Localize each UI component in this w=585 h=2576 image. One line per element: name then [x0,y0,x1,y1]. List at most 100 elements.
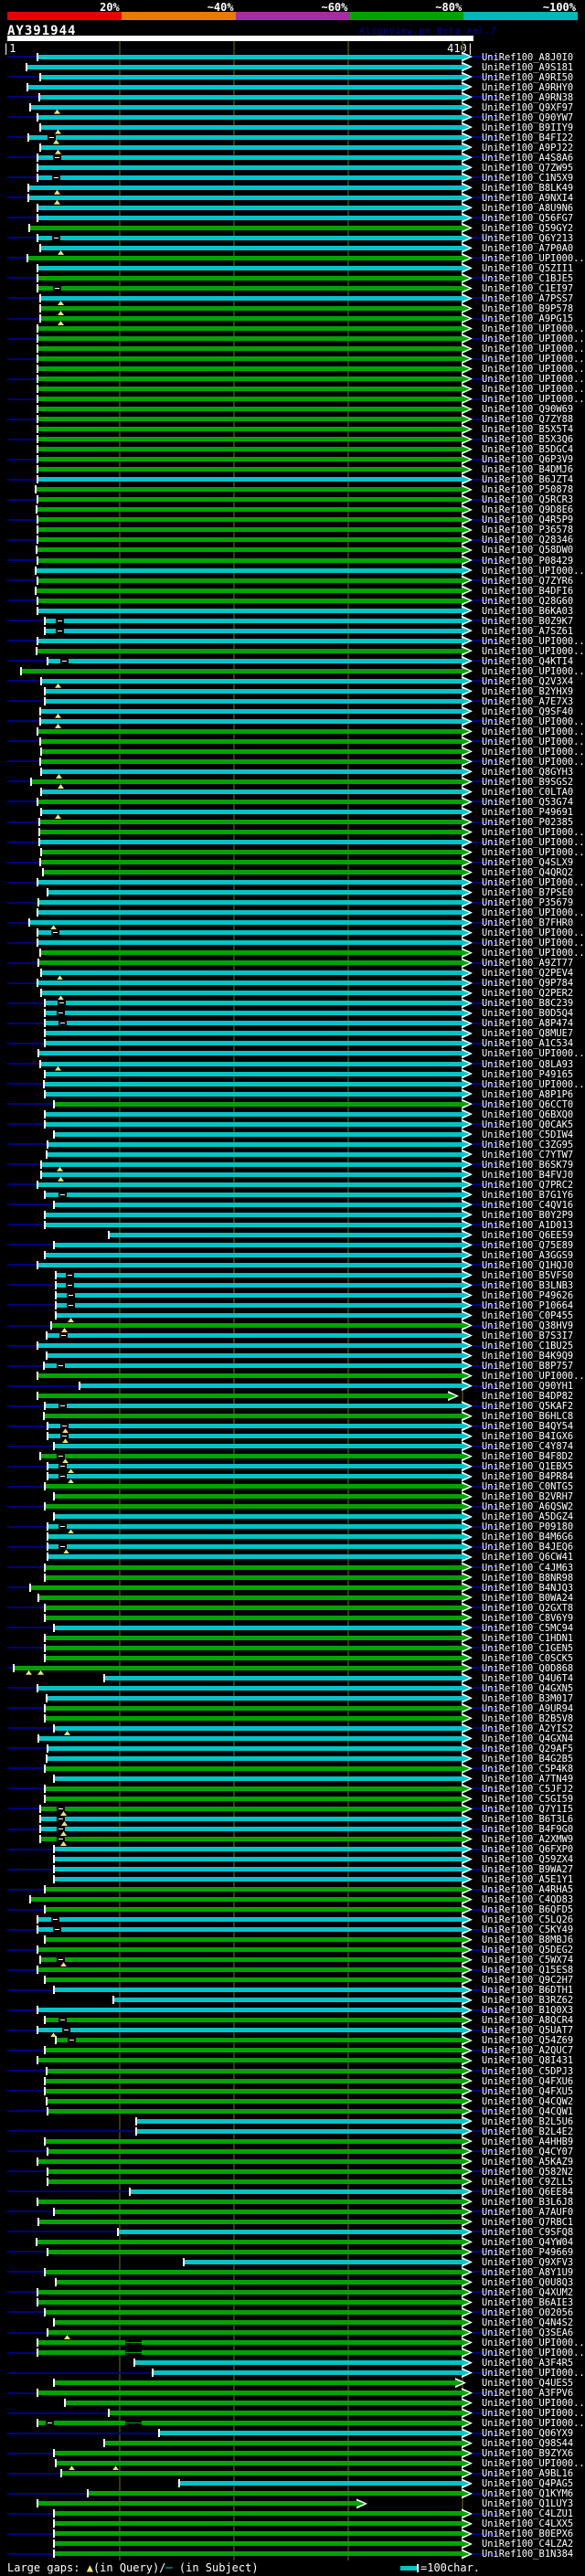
hit-bar[interactable] [41,738,462,744]
hit-bar[interactable] [46,1937,462,1943]
hit-bar[interactable] [160,2431,462,2436]
hit-bar[interactable] [137,2128,462,2134]
hit-bar[interactable] [46,1796,462,1801]
hit-bar[interactable] [38,940,462,946]
hit-bar[interactable] [38,175,462,180]
hit-bar[interactable] [41,295,462,301]
hit-bar[interactable] [48,1141,462,1147]
hit-bar[interactable] [46,1212,462,1217]
hit-bar[interactable] [41,245,462,250]
hit-bar[interactable] [55,1444,462,1449]
hit-bar[interactable] [48,1695,462,1701]
hit-bar[interactable] [55,1847,462,1852]
hit-bar[interactable] [46,1404,462,1409]
hit-bar[interactable] [110,2411,462,2416]
hit-bar[interactable] [39,960,462,966]
hit-bar[interactable] [55,1867,462,1872]
hit-bar[interactable] [46,1484,462,1489]
hit-bar[interactable] [46,1574,462,1580]
hit-bar[interactable] [45,1414,462,1419]
hit-bar[interactable] [55,2521,462,2527]
hit-bar[interactable] [131,2189,462,2194]
hit-bar[interactable] [38,1262,462,1267]
hit-bar[interactable] [42,678,462,684]
hit-bar[interactable] [38,880,462,885]
hit-bar[interactable] [38,265,462,270]
hit-bar[interactable] [41,718,462,724]
hit-bar[interactable] [57,1292,462,1298]
hit-bar[interactable] [31,1897,462,1903]
hit-bar[interactable] [38,457,462,462]
hit-bar[interactable] [31,104,462,110]
hit-bar[interactable] [48,2330,462,2336]
hit-bar[interactable] [154,2370,462,2376]
hit-bar[interactable] [29,185,462,190]
hit-bar[interactable] [46,1655,462,1660]
hit-bar[interactable] [46,2138,462,2144]
hit-bar[interactable] [80,1383,462,1389]
hit-bar[interactable] [38,164,462,170]
hit-bar[interactable] [38,1343,462,1349]
hit-bar[interactable] [46,1252,462,1257]
hit-bar[interactable] [38,1947,462,1953]
hit-bar[interactable] [42,1161,462,1167]
hit-bar[interactable] [48,1474,462,1479]
hit-bar[interactable] [57,2038,462,2043]
hit-bar[interactable] [41,144,462,150]
hit-bar[interactable] [57,1272,462,1277]
hit-bar[interactable] [46,2048,462,2053]
hit-bar[interactable] [62,2471,462,2476]
hit-bar[interactable] [38,437,462,442]
hit-bar[interactable] [37,487,462,493]
hit-bar[interactable] [38,2390,462,2396]
hit-bar[interactable] [38,346,462,352]
hit-bar[interactable] [48,1151,462,1157]
hit-bar[interactable] [46,1786,462,1791]
hit-bar[interactable] [41,1957,462,1963]
hit-bar[interactable] [42,789,462,794]
hit-bar[interactable] [57,2461,462,2466]
hit-bar[interactable] [38,235,462,240]
hit-bar[interactable] [46,2269,462,2274]
hit-bar[interactable] [38,537,462,543]
hit-bar[interactable] [55,2380,455,2386]
hit-bar[interactable] [40,820,462,825]
hit-bar[interactable] [38,114,462,120]
hit-bar[interactable] [41,708,462,714]
hit-bar[interactable] [46,1645,462,1650]
hit-bar[interactable] [137,2118,462,2124]
hit-bar[interactable] [42,1171,462,1177]
hit-bar[interactable] [55,1202,462,1207]
hit-bar[interactable] [46,1031,462,1036]
hit-bar[interactable] [48,1554,462,1560]
hit-bar[interactable] [37,567,462,573]
hit-bar[interactable] [48,1424,462,1429]
hit-bar[interactable] [114,1998,462,2003]
hit-bar[interactable] [46,2078,462,2083]
hit-bar[interactable] [38,154,462,160]
hit-bar[interactable] [46,1021,462,1026]
hit-bar[interactable] [30,225,462,230]
hit-bar[interactable] [38,578,462,583]
hit-bar[interactable] [46,1071,462,1076]
hit-label[interactable]: UniRef100_B1N384 [482,2549,573,2560]
hit-bar[interactable] [22,668,462,673]
hit-bar[interactable] [41,124,462,130]
hit-bar[interactable] [55,1514,462,1520]
hit-bar[interactable] [29,195,462,200]
hit-bar[interactable] [46,698,462,704]
hit-bar[interactable] [38,417,462,422]
hit-bar[interactable] [48,2249,462,2254]
hit-bar[interactable] [41,758,462,764]
hit-bar[interactable] [46,1977,462,1983]
hit-bar[interactable] [27,64,462,69]
hit-bar[interactable] [48,2148,462,2154]
hit-bar[interactable] [38,2501,356,2507]
hit-bar[interactable] [105,1675,462,1680]
hit-bar[interactable] [46,1615,462,1620]
hit-bar[interactable] [42,769,462,774]
hit-bar[interactable] [55,1988,462,1993]
hit-bar[interactable] [48,1524,462,1530]
hit-bar[interactable] [52,1323,462,1329]
hit-bar[interactable] [48,1534,462,1540]
